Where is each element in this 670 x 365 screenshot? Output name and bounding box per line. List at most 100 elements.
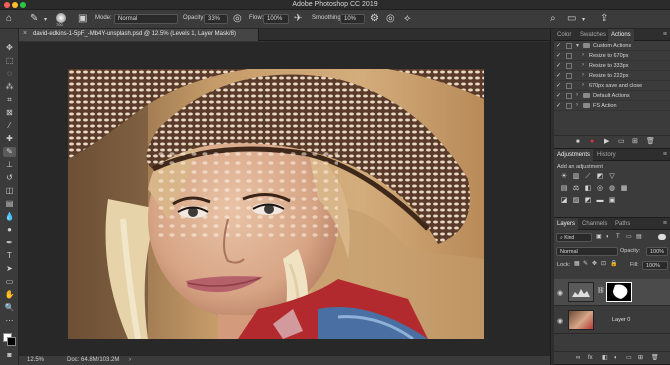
mask-link-icon[interactable]: ⛓ xyxy=(597,288,605,294)
dialog-toggle-box[interactable] xyxy=(566,83,572,89)
opacity-field[interactable]: 33% xyxy=(204,14,228,24)
lock-pixels-icon[interactable]: ✎ xyxy=(583,261,588,267)
gradient-tool-icon[interactable]: ▤ xyxy=(3,199,16,209)
fx-icon[interactable]: fx xyxy=(588,355,593,361)
action-row[interactable]: ✓ › Resize to 222px xyxy=(554,72,670,81)
expand-chevron-icon[interactable]: › xyxy=(582,72,584,78)
background-color-swatch[interactable] xyxy=(7,337,16,346)
quick-select-tool-icon[interactable]: ⁂ xyxy=(3,82,16,92)
symmetry-icon[interactable]: ⟡ xyxy=(404,14,411,24)
action-row[interactable]: ✓ › Default Actions xyxy=(554,92,670,101)
frame-tool-icon[interactable]: ⊠ xyxy=(3,108,16,118)
gear-icon[interactable]: ⚙ xyxy=(370,14,379,24)
lock-position-icon[interactable]: ✥ xyxy=(592,261,597,267)
lock-all-icon[interactable]: 🔒 xyxy=(610,261,617,267)
new-layer-icon[interactable]: ⊞ xyxy=(638,355,643,361)
home-icon[interactable]: ⌂ xyxy=(6,14,12,24)
zoom-level[interactable]: 12.5% xyxy=(27,357,44,363)
marquee-tool-icon[interactable]: ⬚ xyxy=(3,56,16,66)
workspace-chevron-icon[interactable]: ▾ xyxy=(582,17,585,23)
dropdown-chevron-icon[interactable]: ▾ xyxy=(44,17,47,23)
filter-type-icon[interactable]: T xyxy=(616,234,620,240)
document-tab[interactable]: × david-edkins-1-5pF_-Mb4Y-unsplash.psd … xyxy=(19,29,259,41)
vibrance-icon[interactable]: ▽ xyxy=(608,173,616,181)
tab-swatches[interactable]: Swatches xyxy=(577,29,609,41)
expand-chevron-icon[interactable]: › xyxy=(582,82,584,88)
panel-menu-icon[interactable]: ≡ xyxy=(663,31,667,38)
hue-saturation-icon[interactable]: ▤ xyxy=(560,185,568,193)
photo-filter-icon[interactable]: ◎ xyxy=(596,185,604,193)
tab-color[interactable]: Color xyxy=(554,29,574,41)
invert-icon[interactable]: ◪ xyxy=(560,197,568,205)
flow-field[interactable]: 100% xyxy=(263,14,289,24)
status-menu-icon[interactable]: › xyxy=(129,357,131,363)
add-mask-icon[interactable]: ◧ xyxy=(602,355,608,361)
action-enabled-check-icon[interactable]: ✓ xyxy=(556,92,561,99)
curves-icon[interactable]: ⟋ xyxy=(584,173,592,181)
type-tool-icon[interactable]: T xyxy=(3,251,16,261)
brush-tool-icon[interactable]: ✎ xyxy=(30,14,38,24)
filter-pixel-icon[interactable]: ▣ xyxy=(596,234,602,240)
quick-mask-icon[interactable]: ◙ xyxy=(3,351,16,361)
color-balance-icon[interactable]: ⚖ xyxy=(572,185,580,193)
new-adjustment-icon[interactable]: ◐ xyxy=(614,355,618,361)
eraser-tool-icon[interactable]: ◫ xyxy=(3,186,16,196)
threshold-icon[interactable]: ◩ xyxy=(584,197,592,205)
visibility-eye-icon[interactable]: ◉ xyxy=(557,289,563,297)
tab-actions[interactable]: Actions xyxy=(608,29,634,41)
new-action-icon[interactable]: ⊞ xyxy=(632,138,638,145)
close-tab-icon[interactable]: × xyxy=(23,30,27,37)
pen-tool-icon[interactable]: ✒ xyxy=(3,238,16,248)
lock-transparent-icon[interactable]: ▦ xyxy=(574,261,580,267)
action-row[interactable]: ✓ › Resize to 333px xyxy=(554,62,670,71)
adjustments-menu-icon[interactable]: ≡ xyxy=(663,151,667,158)
dialog-toggle-box[interactable] xyxy=(566,73,572,79)
action-row[interactable]: ✓ ▾ Custom Actions xyxy=(554,42,670,51)
dialog-toggle-box[interactable] xyxy=(566,93,572,99)
layer-filter-dropdown[interactable]: ⌕ Kind xyxy=(556,233,592,242)
history-brush-tool-icon[interactable]: ↺ xyxy=(3,173,16,183)
action-enabled-check-icon[interactable]: ✓ xyxy=(556,52,561,59)
record-icon[interactable]: ● xyxy=(590,138,594,145)
delete-icon[interactable]: 🗑 xyxy=(646,138,655,145)
crop-tool-icon[interactable]: ⌗ xyxy=(3,95,16,105)
black-white-icon[interactable]: ◧ xyxy=(584,185,592,193)
expand-chevron-icon[interactable]: › xyxy=(576,92,578,98)
pressure-size-icon[interactable]: ◎ xyxy=(386,14,395,24)
action-enabled-check-icon[interactable]: ✓ xyxy=(556,72,561,79)
airbrush-icon[interactable]: ✈ xyxy=(294,14,302,24)
layer-row-layer-0[interactable]: ◉ Layer 0 xyxy=(554,307,670,334)
tab-adjustments[interactable]: Adjustments xyxy=(554,149,594,161)
share-icon[interactable]: ⇪ xyxy=(600,14,608,24)
dialog-toggle-box[interactable] xyxy=(566,63,572,69)
hand-tool-icon[interactable]: ✋ xyxy=(3,290,16,300)
expand-chevron-icon[interactable]: › xyxy=(582,52,584,58)
gradient-map-icon[interactable]: ▬ xyxy=(596,197,604,205)
zoom-tool-icon[interactable]: 🔍 xyxy=(3,303,16,313)
dialog-toggle-box[interactable] xyxy=(566,53,572,59)
doc-size-info[interactable]: Doc: 64.8M/103.2M xyxy=(67,357,119,363)
new-group-icon[interactable]: ▭ xyxy=(626,355,632,361)
expand-chevron-icon[interactable]: › xyxy=(582,62,584,68)
brush-tool-icon[interactable]: ✎ xyxy=(3,147,16,157)
more-tools-icon[interactable]: ⋯ xyxy=(3,316,16,326)
eyedropper-tool-icon[interactable]: ⁄ xyxy=(3,121,16,131)
filter-toggle[interactable] xyxy=(658,234,666,240)
blur-tool-icon[interactable]: 💧 xyxy=(3,212,16,222)
action-row[interactable]: ✓ › Resize to 670px xyxy=(554,52,670,61)
filter-smart-icon[interactable]: ▤ xyxy=(636,234,642,240)
exposure-icon[interactable]: ◩ xyxy=(596,173,604,181)
tab-channels[interactable]: Channels xyxy=(579,218,610,230)
layer-row-levels[interactable]: ◉ ⛓ xyxy=(554,279,670,306)
dodge-tool-icon[interactable]: ● xyxy=(3,225,16,235)
path-select-tool-icon[interactable]: ➤ xyxy=(3,264,16,274)
workspace-icon[interactable]: ▭ xyxy=(567,14,576,24)
healing-brush-tool-icon[interactable]: ✚ xyxy=(3,134,16,144)
lock-artboard-icon[interactable]: ⊡ xyxy=(601,261,606,267)
lasso-tool-icon[interactable]: ◌ xyxy=(3,69,16,79)
new-set-icon[interactable]: ▭ xyxy=(618,138,625,145)
mode-dropdown[interactable]: Normal xyxy=(114,14,178,24)
channel-mixer-icon[interactable]: ◍ xyxy=(608,185,616,193)
tab-paths[interactable]: Paths xyxy=(612,218,633,230)
dialog-toggle-box[interactable] xyxy=(566,43,572,49)
